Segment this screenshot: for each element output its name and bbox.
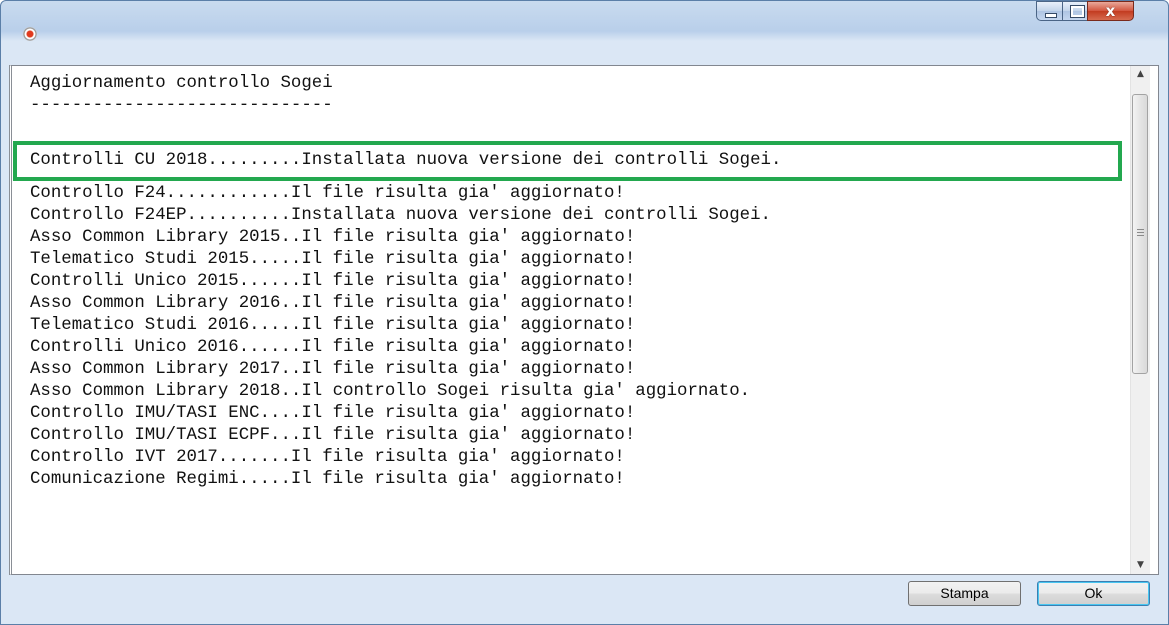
minimize-icon: [1045, 13, 1057, 18]
log-line: Asso Common Library 2016..Il file risult…: [30, 294, 636, 313]
log-line: -----------------------------: [30, 96, 333, 115]
log-line: Telematico Studi 2016.....Il file risult…: [30, 316, 636, 335]
minimize-button[interactable]: [1036, 1, 1063, 21]
ok-button[interactable]: Ok: [1037, 581, 1150, 606]
log-line: Asso Common Library 2018..Il controllo S…: [30, 382, 751, 401]
log-line: Comunicazione Regimi.....Il file risulta…: [30, 470, 625, 489]
close-button[interactable]: x: [1087, 1, 1134, 21]
vertical-scrollbar[interactable]: ▲ ▼: [1130, 66, 1150, 574]
maximize-icon: [1070, 5, 1085, 18]
close-icon: x: [1105, 2, 1116, 20]
maximize-button[interactable]: [1062, 1, 1088, 21]
log-line: Controllo IMU/TASI ENC....Il file risult…: [30, 404, 636, 423]
log-line: Asso Common Library 2015..Il file risult…: [30, 228, 636, 247]
log-line: Asso Common Library 2017..Il file risult…: [30, 360, 636, 379]
scroll-thumb[interactable]: [1132, 94, 1148, 374]
log-line: Controlli Unico 2015......Il file risult…: [30, 272, 636, 291]
log-line: Controllo IVT 2017.......Il file risulta…: [30, 448, 625, 467]
log-line: [30, 117, 771, 139]
scroll-up-icon[interactable]: ▲: [1131, 66, 1150, 83]
log-line: Controllo F24............Il file risulta…: [30, 184, 625, 203]
grip-icon: [1137, 229, 1144, 237]
log-line: Controlli Unico 2016......Il file risult…: [30, 338, 636, 357]
dialog-window: x Aggiornamento controllo Sogei ---------…: [0, 0, 1169, 625]
log-lines: Aggiornamento controllo Sogei -----------…: [30, 73, 771, 491]
scroll-down-icon[interactable]: ▼: [1131, 557, 1150, 574]
log-line: Controllo IMU/TASI ECPF...Il file risult…: [30, 426, 636, 445]
log-line: Telematico Studi 2015.....Il file risult…: [30, 250, 636, 269]
title-bar[interactable]: x: [1, 1, 1168, 41]
app-icon[interactable]: [23, 27, 37, 41]
log-line: Controllo F24EP..........Installata nuov…: [30, 206, 771, 225]
stampa-button[interactable]: Stampa: [908, 581, 1021, 606]
highlighted-log-line: Controlli CU 2018.........Installata nuo…: [30, 151, 782, 170]
highlight-box: Controlli CU 2018.........Installata nuo…: [13, 141, 1122, 181]
log-line: Aggiornamento controllo Sogei: [30, 74, 333, 93]
